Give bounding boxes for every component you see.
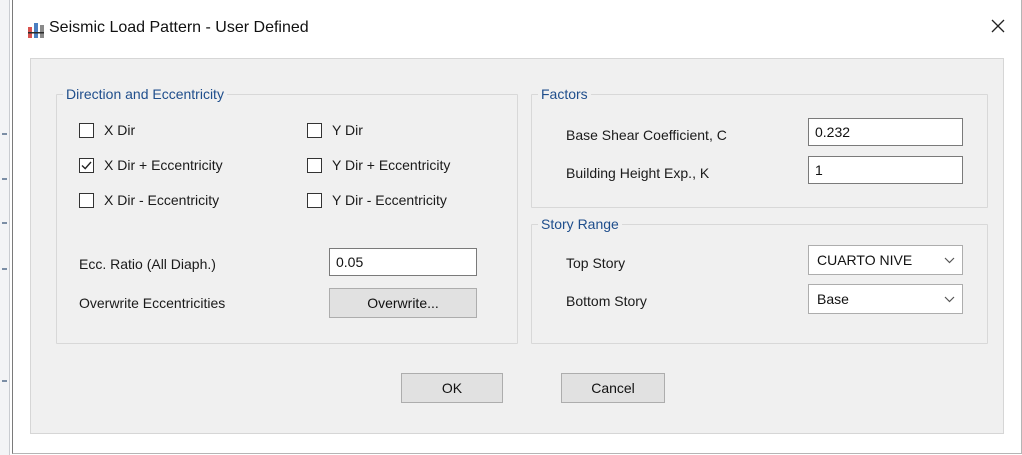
top-story-value: CUARTO NIVE xyxy=(817,252,913,268)
overwrite-button[interactable]: Overwrite... xyxy=(329,288,477,318)
close-icon xyxy=(991,19,1005,33)
checkbox-x-dir-minus-ecc[interactable]: X Dir - Eccentricity xyxy=(79,192,219,208)
etabs-app-icon xyxy=(28,23,44,38)
checkbox-label: Y Dir - Eccentricity xyxy=(332,192,447,208)
checkbox-label: Y Dir + Eccentricity xyxy=(332,157,451,173)
ecc-ratio-label: Ecc. Ratio (All Diaph.) xyxy=(79,256,216,272)
dialog-body: Direction and Eccentricity X Dir X Dir +… xyxy=(30,58,1004,434)
checkbox-label: Y Dir xyxy=(332,122,363,138)
group-title-story-range: Story Range xyxy=(538,216,622,232)
window-title: Seismic Load Pattern - User Defined xyxy=(49,19,309,36)
bottom-story-dropdown[interactable]: Base xyxy=(808,284,963,314)
base-shear-input[interactable] xyxy=(808,118,963,146)
checkbox-box[interactable] xyxy=(307,157,322,173)
checkbox-box[interactable] xyxy=(307,122,322,138)
checkbox-box[interactable] xyxy=(79,122,94,138)
title-bar[interactable]: Seismic Load Pattern - User Defined xyxy=(13,0,1021,62)
top-story-label: Top Story xyxy=(566,255,626,271)
bottom-story-label: Bottom Story xyxy=(566,293,647,309)
base-shear-label: Base Shear Coefficient, C xyxy=(566,127,727,143)
height-exp-label: Building Height Exp., K xyxy=(566,165,710,181)
checkbox-box[interactable] xyxy=(307,192,322,208)
bottom-story-value: Base xyxy=(817,291,849,307)
checkbox-y-dir-plus-ecc[interactable]: Y Dir + Eccentricity xyxy=(307,157,450,173)
direction-eccentricity-group: Direction and Eccentricity X Dir X Dir +… xyxy=(56,86,518,344)
checkbox-x-dir-plus-ecc[interactable]: X Dir + Eccentricity xyxy=(79,157,223,173)
top-story-dropdown[interactable]: CUARTO NIVE xyxy=(808,245,963,275)
checkbox-x-dir[interactable]: X Dir xyxy=(79,122,135,138)
checkbox-label: X Dir xyxy=(104,122,136,138)
chevron-down-icon[interactable] xyxy=(936,257,962,264)
checkbox-box[interactable] xyxy=(79,192,94,208)
background-window-edge xyxy=(0,0,10,455)
checkmark-icon xyxy=(81,161,92,170)
group-title-factors: Factors xyxy=(538,86,591,102)
checkbox-label: X Dir + Eccentricity xyxy=(104,157,223,173)
checkbox-y-dir[interactable]: Y Dir xyxy=(307,122,363,138)
factors-group: Factors Base Shear Coefficient, C Buildi… xyxy=(531,86,988,208)
story-range-group: Story Range Top Story CUARTO NIVE Bottom… xyxy=(531,216,988,344)
cancel-button[interactable]: Cancel xyxy=(561,373,665,403)
dialog-window: Seismic Load Pattern - User Defined Dire… xyxy=(12,0,1022,454)
close-button[interactable] xyxy=(975,6,1021,46)
ecc-ratio-input[interactable] xyxy=(329,248,477,276)
overwrite-eccentricities-label: Overwrite Eccentricities xyxy=(79,295,226,311)
checkbox-label: X Dir - Eccentricity xyxy=(104,192,220,208)
ok-button[interactable]: OK xyxy=(401,373,503,403)
checkbox-box[interactable] xyxy=(79,157,94,173)
chevron-down-icon[interactable] xyxy=(936,296,962,303)
checkbox-y-dir-minus-ecc[interactable]: Y Dir - Eccentricity xyxy=(307,192,447,208)
height-exp-input[interactable] xyxy=(808,156,963,184)
group-title-direction: Direction and Eccentricity xyxy=(63,86,227,102)
